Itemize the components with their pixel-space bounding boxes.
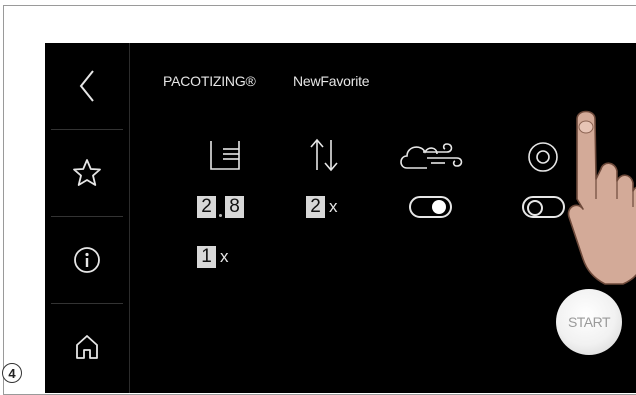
toggle-knob [432,200,446,214]
favorite-button[interactable] [45,130,129,216]
cloud-air-icon[interactable] [397,138,465,172]
repeat-digit[interactable]: 2 [306,196,325,218]
gauge-toggle[interactable] [522,196,565,218]
sidebar [45,43,130,393]
hand-pointer-icon [567,110,636,285]
home-icon [76,335,98,359]
toggle-knob [527,200,543,216]
portion-digit-2[interactable]: 8 [225,196,244,218]
info-button[interactable] [45,217,129,303]
second-row-multiplier: x [220,247,229,266]
star-icon [73,159,101,186]
mode-label: PACOTIZING® [163,73,256,89]
home-button[interactable] [45,304,129,390]
beaker-icon[interactable] [208,139,242,171]
favorite-name[interactable]: NewFavorite [293,73,370,89]
gauge-icon[interactable] [525,140,561,174]
control-panel-screen: PACOTIZING® NewFavorite 2 8 2 x 1 x STAR… [45,43,636,393]
decimal-dot [219,214,222,217]
repeat-multiplier: x [329,197,338,216]
up-down-arrows-icon[interactable] [307,137,341,173]
back-icon [79,70,94,102]
info-icon [74,247,100,273]
step-number-badge: 4 [2,363,22,383]
back-button[interactable] [45,43,129,129]
second-row-digit[interactable]: 1 [197,246,216,268]
portion-digit-1[interactable]: 2 [197,196,216,218]
air-toggle[interactable] [409,196,452,218]
start-button[interactable]: START [556,289,622,355]
